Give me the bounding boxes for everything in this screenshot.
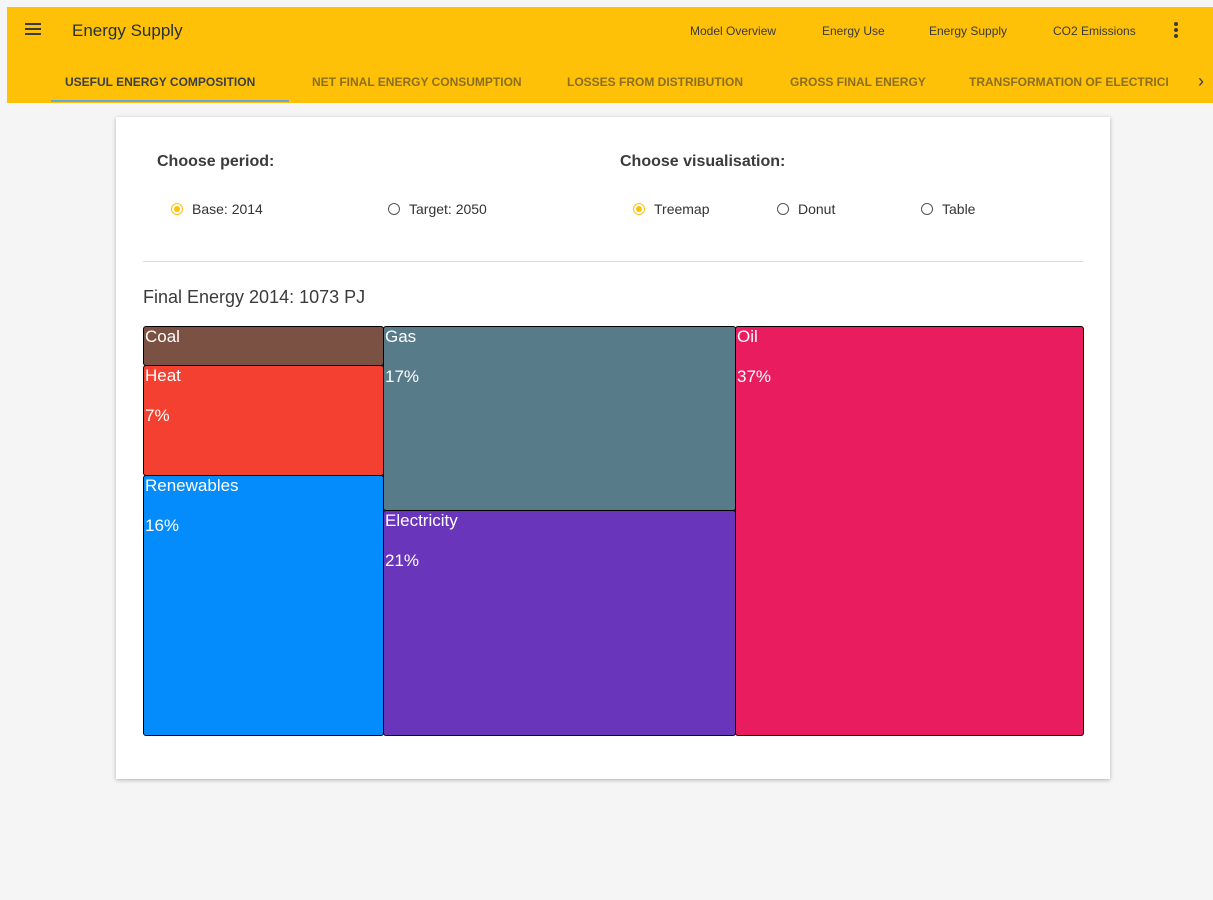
tile-value-gas: 17% <box>385 367 420 386</box>
menu-icon[interactable] <box>25 23 41 39</box>
radio-unchecked-icon <box>777 203 789 215</box>
nav-link-energy-supply[interactable]: Energy Supply <box>929 24 1007 38</box>
tab-useful-energy-composition[interactable]: USEFUL ENERGY COMPOSITION <box>65 75 255 89</box>
tile-value-oil: 37% <box>737 367 772 386</box>
visualisation-heading: Choose visualisation: <box>620 153 786 170</box>
tile-value-renewables: 16% <box>145 516 180 535</box>
nav-link-co2-emissions[interactable]: CO2 Emissions <box>1053 24 1136 38</box>
tile-label-heat: Heat <box>145 366 181 385</box>
tab-net-final-energy-consumption[interactable]: NET FINAL ENERGY CONSUMPTION <box>312 75 522 89</box>
radio-period-base[interactable]: Base: 2014 <box>171 201 263 217</box>
radio-checked-icon <box>633 203 645 215</box>
app-bar: Energy Supply Model Overview Energy Use … <box>7 7 1213 103</box>
treemap-tile-gas[interactable]: Gas 17% <box>383 326 736 511</box>
radio-label: Base: 2014 <box>192 201 263 217</box>
tile-label-renewables: Renewables <box>145 476 239 495</box>
tab-transformation-of-electricity[interactable]: TRANSFORMATION OF ELECTRICI <box>969 75 1169 89</box>
radio-vis-treemap[interactable]: Treemap <box>633 201 710 217</box>
treemap-tile-oil[interactable]: Oil 37% <box>735 326 1084 736</box>
treemap-tile-renewables[interactable]: Renewables 16% <box>143 475 384 736</box>
content-card: Choose period: Choose visualisation: Bas… <box>116 117 1110 779</box>
radio-label: Table <box>942 201 976 217</box>
chart-title: Final Energy 2014: 1073 PJ <box>143 287 366 307</box>
tab-losses-from-distribution[interactable]: LOSSES FROM DISTRIBUTION <box>567 75 743 89</box>
nav-link-energy-use[interactable]: Energy Use <box>822 24 885 38</box>
treemap-tile-electricity[interactable]: Electricity 21% <box>383 510 736 736</box>
tile-value-electricity: 21% <box>385 551 420 570</box>
tile-label-oil: Oil <box>737 327 758 346</box>
period-heading: Choose period: <box>157 153 275 170</box>
radio-label: Treemap <box>654 201 710 217</box>
radio-unchecked-icon <box>921 203 933 215</box>
tab-gross-final-energy[interactable]: GROSS FINAL ENERGY <box>790 75 926 89</box>
radio-period-target[interactable]: Target: 2050 <box>388 201 487 217</box>
treemap-tile-coal[interactable]: Coal <box>143 326 384 366</box>
active-tab-indicator <box>51 100 289 102</box>
radio-unchecked-icon <box>388 203 400 215</box>
more-vert-icon[interactable] <box>1174 22 1178 38</box>
tile-label-gas: Gas <box>385 327 417 346</box>
treemap-tile-heat[interactable]: Heat 7% <box>143 365 384 476</box>
radio-label: Donut <box>798 201 836 217</box>
radio-checked-icon <box>171 203 183 215</box>
tile-label-coal: Coal <box>145 327 180 346</box>
radio-label: Target: 2050 <box>409 201 487 217</box>
nav-link-model-overview[interactable]: Model Overview <box>690 24 776 38</box>
radio-vis-table[interactable]: Table <box>921 201 975 217</box>
tile-label-electricity: Electricity <box>385 511 458 530</box>
tile-value-heat: 7% <box>145 406 170 425</box>
radio-vis-donut[interactable]: Donut <box>777 201 835 217</box>
treemap-chart: Coal Heat 7% Renewables 16% Gas 17% Electricity… <box>143 326 1084 736</box>
chevron-right-icon[interactable]: › <box>1198 71 1204 92</box>
app-title: Energy Supply <box>72 21 183 40</box>
divider <box>143 261 1083 262</box>
